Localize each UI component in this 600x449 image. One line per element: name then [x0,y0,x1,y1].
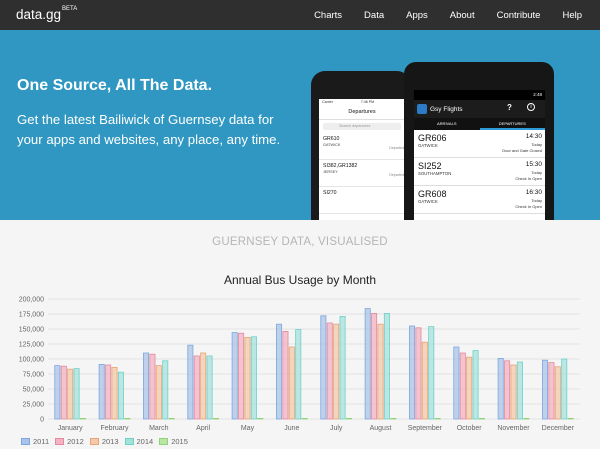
bar-2015-april[interactable] [212,417,219,420]
legend-label: 2011 [33,437,50,446]
bar-2011-august[interactable] [364,308,371,420]
legend-item-2014[interactable]: 2014 [124,437,154,446]
bar-2015-march[interactable] [168,417,175,420]
y-tick-label: 50,000 [23,387,45,394]
bar-2014-june[interactable] [295,329,302,420]
y-tick-label: 25,000 [23,402,45,409]
bar-2014-october[interactable] [472,350,479,420]
bar-2011-january[interactable] [54,365,61,420]
bar-2013-july[interactable] [333,323,340,420]
bar-2013-january[interactable] [67,368,74,420]
legend-swatch [89,438,99,445]
bar-2014-march[interactable] [162,360,169,420]
bar-2015-november[interactable] [523,417,530,420]
bar-2013-april[interactable] [200,352,207,420]
x-tick-label: September [408,425,443,432]
bus-usage-chart: 0 25,000 50,000 75,000 100,000 125,000 150,000… [19,297,580,432]
legend-swatch [124,438,134,445]
bar-2011-september[interactable] [409,325,416,420]
chart-legend: 2011 2012 2013 2014 2015 [21,437,188,446]
bar-2014-january[interactable] [73,368,80,420]
legend-swatch [159,438,169,445]
y-tick-label: 75,000 [23,372,45,379]
legend-label: 2012 [67,437,84,446]
bar-2012-august[interactable] [371,312,378,420]
bar-2011-december[interactable] [542,359,549,420]
bar-2014-april[interactable] [206,355,213,420]
bar-2011-june[interactable] [276,323,283,420]
bar-2015-may[interactable] [257,417,264,420]
bar-2014-july[interactable] [339,315,346,420]
bar-2012-april[interactable] [193,355,200,420]
bar-2012-june[interactable] [282,330,289,420]
x-tick-label: January [58,425,83,432]
bar-2015-july[interactable] [345,417,352,420]
bar-2012-january[interactable] [60,365,67,420]
bar-2013-may[interactable] [244,336,251,420]
x-tick-label: April [196,425,210,432]
bar-2015-october[interactable] [478,417,485,420]
x-tick-label: June [284,425,299,432]
bar-2012-july[interactable] [326,322,333,420]
y-tick-label: 200,000 [19,297,44,304]
legend-item-2011[interactable]: 2011 [21,437,49,446]
x-tick-label: March [149,425,169,432]
bar-2013-february[interactable] [111,366,118,420]
bar-2011-march[interactable] [143,352,150,420]
bar-2013-august[interactable] [377,323,384,420]
bar-2011-may[interactable] [231,332,238,420]
x-tick-label: October [457,425,483,432]
x-tick-label: November [497,425,530,432]
bar-2014-august[interactable] [383,312,390,420]
legend-label: 2015 [171,437,188,446]
bar-2014-may[interactable] [250,336,257,420]
x-tick-label: August [370,425,392,432]
x-tick-label: December [542,425,575,432]
bar-2012-september[interactable] [415,327,422,420]
bar-2014-february[interactable] [117,371,124,420]
bar-2012-march[interactable] [149,353,156,420]
bar-2013-september[interactable] [421,341,428,420]
bar-2013-november[interactable] [510,364,517,420]
bar-2013-december[interactable] [554,366,561,420]
bar-2013-march[interactable] [155,365,162,420]
y-tick-label: 150,000 [19,327,44,334]
y-tick-label: 125,000 [19,342,44,349]
legend-item-2012[interactable]: 2012 [55,437,84,446]
bar-2011-november[interactable] [497,357,504,420]
bar-2015-december[interactable] [567,417,574,420]
bar-2015-august[interactable] [390,417,397,420]
bar-2013-october[interactable] [466,356,473,420]
x-tick-label: May [241,425,255,432]
x-tick-label: July [330,425,343,432]
bar-2015-september[interactable] [434,417,441,420]
bar-2012-december[interactable] [548,362,555,420]
bar-2011-july[interactable] [320,315,327,420]
legend-label: 2014 [136,437,154,446]
bar-2015-january[interactable] [79,417,86,420]
legend-item-2015[interactable]: 2015 [159,437,188,446]
bar-2012-may[interactable] [238,332,245,420]
bar-2011-october[interactable] [453,346,460,420]
legend-swatch [55,438,65,445]
bar-2011-april[interactable] [187,344,194,420]
bar-2012-february[interactable] [105,364,112,420]
bar-2012-october[interactable] [459,352,466,420]
bar-2011-february[interactable] [98,363,105,420]
x-tick-label: February [100,425,129,432]
legend-swatch [21,438,30,445]
y-tick-label: 175,000 [19,312,44,319]
bar-2015-february[interactable] [124,417,131,420]
y-tick-label: 0 [40,417,44,424]
bar-2014-december[interactable] [561,358,568,420]
bar-2014-september[interactable] [428,326,435,420]
bar-2012-november[interactable] [504,360,511,420]
bar-2013-june[interactable] [288,346,295,420]
legend-label: 2013 [101,437,119,446]
bar-2015-june[interactable] [301,417,308,420]
bar-2014-november[interactable] [516,361,523,420]
y-tick-label: 100,000 [19,357,44,364]
legend-item-2013[interactable]: 2013 [89,437,119,446]
